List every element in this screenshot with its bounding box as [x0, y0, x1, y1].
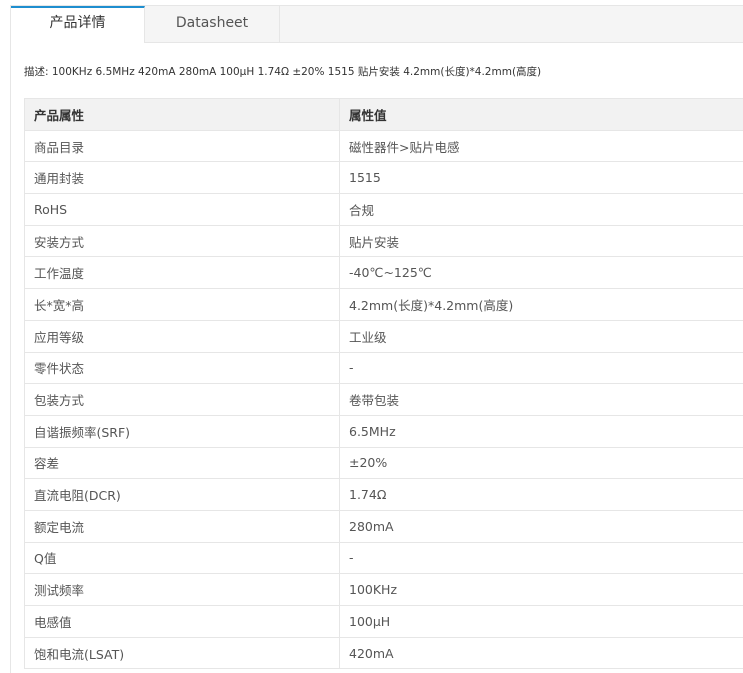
attribute-name: 工作温度: [24, 256, 340, 290]
product-description: 描述: 100KHz 6.5MHz 420mA 280mA 100μH 1.74…: [24, 66, 542, 78]
attribute-value: 100μH: [339, 605, 743, 638]
table-row: 测试频率 100KHz: [24, 573, 743, 606]
attribute-name: 包装方式: [24, 383, 340, 416]
table-row: 电感值 100μH: [24, 605, 743, 638]
attribute-value: 合规: [339, 193, 743, 226]
attribute-name: 应用等级: [24, 320, 340, 353]
table-row: 安装方式 贴片安装: [24, 225, 743, 258]
table-row: 额定电流 280mA: [24, 510, 743, 543]
table-row: 自谐振频率(SRF) 6.5MHz: [24, 415, 743, 448]
table-row: 直流电阻(DCR) 1.74Ω: [24, 478, 743, 511]
table-row: Q值 -: [24, 542, 743, 575]
attribute-value: 4.2mm(长度)*4.2mm(高度): [339, 288, 743, 321]
table-row: RoHS 合规: [24, 193, 743, 226]
product-attributes-table: 产品属性 属性值 商品目录 磁性器件>贴片电感 通用封装 1515 RoHS 合…: [24, 98, 743, 670]
attribute-name: 直流电阻(DCR): [24, 478, 340, 511]
attribute-value: 磁性器件>贴片电感: [339, 130, 743, 163]
attribute-name: 长*宽*高: [24, 288, 340, 321]
attribute-value: 280mA: [339, 510, 743, 543]
attribute-value: 100KHz: [339, 573, 743, 606]
attribute-name: 商品目录: [24, 130, 340, 163]
table-row: 工作温度 -40℃~125℃: [24, 256, 743, 290]
attribute-name: 通用封装: [24, 161, 340, 195]
attribute-value: 贴片安装: [339, 225, 743, 258]
attribute-name: Q值: [24, 542, 340, 575]
tab-product-details[interactable]: 产品详情: [11, 6, 145, 43]
attribute-value: 6.5MHz: [339, 415, 743, 448]
attribute-value: 卷带包装: [339, 383, 743, 416]
attribute-name: 零件状态: [24, 352, 340, 385]
attribute-name: 自谐振频率(SRF): [24, 415, 340, 448]
table-row: 零件状态 -: [24, 352, 743, 385]
table-row: 通用封装 1515: [24, 161, 743, 195]
attribute-value: -: [339, 352, 743, 385]
tab-datasheet[interactable]: Datasheet: [145, 6, 280, 42]
table-row: 商品目录 磁性器件>贴片电感: [24, 130, 743, 163]
attribute-name: 饱和电流(LSAT): [24, 637, 340, 670]
header-value: 属性值: [339, 98, 743, 131]
table-row: 应用等级 工业级: [24, 320, 743, 353]
attribute-name: 安装方式: [24, 225, 340, 258]
table-row: 饱和电流(LSAT) 420mA: [24, 637, 743, 670]
attribute-name: 电感值: [24, 605, 340, 638]
attribute-name: 额定电流: [24, 510, 340, 543]
attribute-value: ±20%: [339, 447, 743, 480]
table-row: 容差 ±20%: [24, 447, 743, 480]
header-attribute: 产品属性: [24, 98, 340, 131]
attribute-value: -40℃~125℃: [339, 256, 743, 290]
attribute-value: 1.74Ω: [339, 478, 743, 511]
tab-bar: 产品详情 Datasheet: [11, 6, 743, 43]
table-row: 长*宽*高 4.2mm(长度)*4.2mm(高度): [24, 288, 743, 321]
attribute-name: 容差: [24, 447, 340, 480]
attribute-value: 420mA: [339, 637, 743, 670]
attribute-name: RoHS: [24, 193, 340, 226]
table-row: 包装方式 卷带包装: [24, 383, 743, 416]
attribute-name: 测试频率: [24, 573, 340, 606]
attribute-value: -: [339, 542, 743, 575]
product-detail-panel: 产品详情 Datasheet 描述: 100KHz 6.5MHz 420mA 2…: [10, 5, 743, 673]
table-header-row: 产品属性 属性值: [24, 98, 743, 131]
attribute-value: 1515: [339, 161, 743, 195]
attribute-value: 工业级: [339, 320, 743, 353]
